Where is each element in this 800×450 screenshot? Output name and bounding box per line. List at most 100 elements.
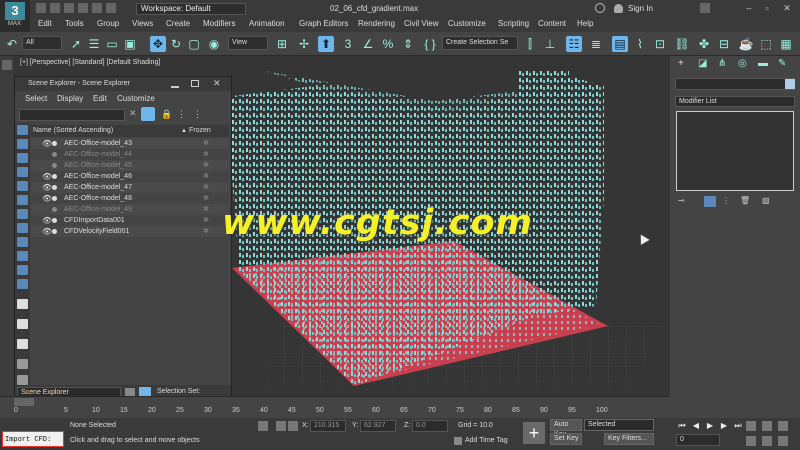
visibility-eye-icon[interactable]: 👁 bbox=[42, 215, 52, 226]
x-coordinate-field[interactable]: 210.315 bbox=[310, 420, 346, 432]
add-time-tag[interactable]: Add Time Tag bbox=[465, 437, 508, 444]
viewport-layout-icon[interactable] bbox=[2, 60, 12, 70]
modifier-stack[interactable] bbox=[676, 111, 794, 191]
selection-filter-combo[interactable]: All bbox=[22, 36, 62, 50]
key-filters-button[interactable]: Key Filters... bbox=[604, 433, 654, 445]
menu-views[interactable]: Views bbox=[132, 19, 153, 28]
spinner-snap-icon[interactable]: ⇕ bbox=[400, 36, 416, 52]
maximize-button[interactable]: ▫ bbox=[760, 2, 774, 14]
maximize-icon[interactable] bbox=[191, 80, 199, 87]
window-crossing-icon[interactable]: ▣ bbox=[122, 36, 138, 52]
snaps-toggle-icon[interactable]: 3 bbox=[340, 36, 356, 52]
menu-content[interactable]: Content bbox=[538, 19, 566, 28]
modifier-list-combo[interactable]: Modifier List bbox=[675, 96, 795, 107]
list-item[interactable]: AEC-Office-model_45 ✻ bbox=[31, 160, 229, 171]
groups-filter-icon[interactable] bbox=[17, 223, 28, 233]
select-object-icon[interactable]: ➚ bbox=[68, 36, 84, 52]
close-icon[interactable]: ✕ bbox=[213, 78, 221, 89]
list-item[interactable]: 👁 AEC-Office-model_48 ✻ bbox=[31, 193, 229, 204]
material-editor-icon[interactable]: ⛓ bbox=[674, 36, 690, 52]
freeze-snowflake-icon[interactable]: ✻ bbox=[203, 138, 209, 149]
containers-filter-icon[interactable] bbox=[17, 265, 28, 275]
freeze-snowflake-icon[interactable]: ✻ bbox=[203, 215, 209, 226]
list-item[interactable]: 👁 AEC-Office-model_46 ✻ bbox=[31, 171, 229, 182]
se-menu-select[interactable]: Select bbox=[25, 94, 47, 103]
menu-graph-editors[interactable]: Graph Editors bbox=[299, 19, 348, 28]
keyboard-shortcut-override-icon[interactable]: ⬆ bbox=[318, 36, 334, 52]
select-and-scale-icon[interactable]: ▢ bbox=[186, 36, 202, 52]
column-frozen-header[interactable]: Frozen bbox=[189, 125, 211, 137]
previous-frame-icon[interactable]: ◀ bbox=[690, 420, 702, 432]
filter-icon[interactable] bbox=[141, 107, 155, 121]
render-iterative-icon[interactable]: ⬚ bbox=[758, 36, 774, 52]
rendered-frame-window-icon[interactable]: ⊟ bbox=[716, 36, 732, 52]
spacewarps-filter-icon[interactable] bbox=[17, 209, 28, 219]
freeze-snowflake-icon[interactable]: ✻ bbox=[203, 204, 209, 215]
freeze-snowflake-icon[interactable]: ✻ bbox=[203, 226, 209, 237]
select-and-move-icon[interactable]: ✥ bbox=[150, 36, 166, 52]
menu-animation[interactable]: Animation bbox=[249, 19, 285, 28]
freeze-snowflake-icon[interactable]: ✻ bbox=[203, 171, 209, 182]
list-item[interactable]: AEC-Office-model_49 ✻ bbox=[31, 204, 229, 215]
pivot-center-icon[interactable]: ⊞ bbox=[274, 36, 290, 52]
z-coordinate-field[interactable]: 0.0 bbox=[412, 420, 448, 432]
visibility-eye-icon[interactable]: 👁 bbox=[42, 182, 52, 193]
maxscript-listener[interactable]: Import CFD: bbox=[2, 431, 64, 447]
next-frame-icon[interactable]: ▶ bbox=[718, 420, 730, 432]
find-icon[interactable] bbox=[17, 339, 28, 349]
modify-tab-icon[interactable]: ◪ bbox=[698, 58, 707, 69]
time-slider-thumb[interactable] bbox=[14, 398, 34, 406]
named-selection-set-combo[interactable]: Create Selection Se bbox=[442, 36, 518, 50]
move-gizmo-icon[interactable]: ✢ bbox=[296, 36, 312, 52]
list-item[interactable]: 👁 CFDVelocityField001 ✻ bbox=[31, 226, 229, 237]
menu-group[interactable]: Group bbox=[97, 19, 119, 28]
display-tab-icon[interactable]: ▬ bbox=[758, 58, 768, 69]
column-name-header[interactable]: Name (Sorted Ascending) bbox=[33, 125, 113, 137]
select-by-name-icon[interactable]: ☰ bbox=[86, 36, 102, 52]
user-icon[interactable] bbox=[614, 4, 623, 13]
object-color-swatch[interactable] bbox=[785, 79, 795, 89]
render-in-cloud-icon[interactable]: ▦ bbox=[778, 36, 794, 52]
scene-explorer-toggle-icon[interactable]: ☷ bbox=[566, 36, 582, 52]
help-icon[interactable] bbox=[700, 3, 710, 13]
se-menu-display[interactable]: Display bbox=[57, 94, 83, 103]
expand-all-icon[interactable]: ⋮ bbox=[193, 109, 202, 120]
freeze-snowflake-icon[interactable]: ✻ bbox=[203, 149, 209, 160]
play-icon[interactable]: ▶ bbox=[704, 420, 716, 432]
helpers-filter-icon[interactable] bbox=[17, 195, 28, 205]
set-key-button[interactable]: Set Key bbox=[550, 433, 582, 445]
display-none-icon[interactable] bbox=[17, 125, 28, 135]
visibility-eye-icon[interactable]: 👁 bbox=[42, 138, 52, 149]
remove-modifier-icon[interactable]: 🗑 bbox=[740, 196, 750, 205]
list-item[interactable]: AEC-Office-model_44 ✻ bbox=[31, 149, 229, 160]
go-to-end-icon[interactable]: ⏭ bbox=[732, 420, 744, 432]
key-mode-toggle-icon[interactable] bbox=[746, 421, 756, 431]
auto-key-button[interactable]: Auto Key bbox=[550, 419, 582, 438]
zoom-icon[interactable] bbox=[762, 421, 772, 431]
zoom-all-icon[interactable] bbox=[778, 421, 788, 431]
hierarchy-icon[interactable]: ⋮ bbox=[177, 109, 186, 120]
new-file-icon[interactable] bbox=[36, 3, 46, 13]
set-keys-icon[interactable]: + bbox=[523, 422, 545, 444]
se-menu-edit[interactable]: Edit bbox=[93, 94, 107, 103]
selection-lock-icon[interactable] bbox=[276, 421, 286, 431]
close-button[interactable]: ✕ bbox=[780, 2, 794, 14]
display-all-icon[interactable] bbox=[17, 299, 28, 309]
current-frame-field[interactable]: 0 bbox=[676, 434, 720, 446]
angle-snap-icon[interactable]: ∠ bbox=[360, 36, 376, 52]
time-slider-bar[interactable]: 0 5 10 15 20 25 30 35 40 45 50 55 60 65 … bbox=[0, 396, 670, 418]
render-setup-icon[interactable]: ✤ bbox=[696, 36, 712, 52]
menu-help[interactable]: Help bbox=[577, 19, 593, 28]
mirror-icon[interactable]: ⫿ bbox=[522, 36, 538, 52]
percent-snap-icon[interactable]: % bbox=[380, 36, 396, 52]
freeze-snowflake-icon[interactable]: ✻ bbox=[203, 182, 209, 193]
orbit-icon[interactable] bbox=[778, 436, 788, 446]
funnel-down-icon[interactable] bbox=[17, 375, 28, 385]
cameras-filter-icon[interactable] bbox=[17, 181, 28, 191]
frozen-filter-icon[interactable] bbox=[17, 279, 28, 289]
edit-named-sets-icon[interactable]: { } bbox=[422, 36, 438, 52]
list-item[interactable]: 👁 AEC-Office-model_43 ✻ bbox=[31, 138, 229, 149]
menu-tools[interactable]: Tools bbox=[65, 19, 84, 28]
show-end-result-icon[interactable] bbox=[704, 196, 716, 207]
minimize-icon[interactable] bbox=[171, 80, 179, 88]
